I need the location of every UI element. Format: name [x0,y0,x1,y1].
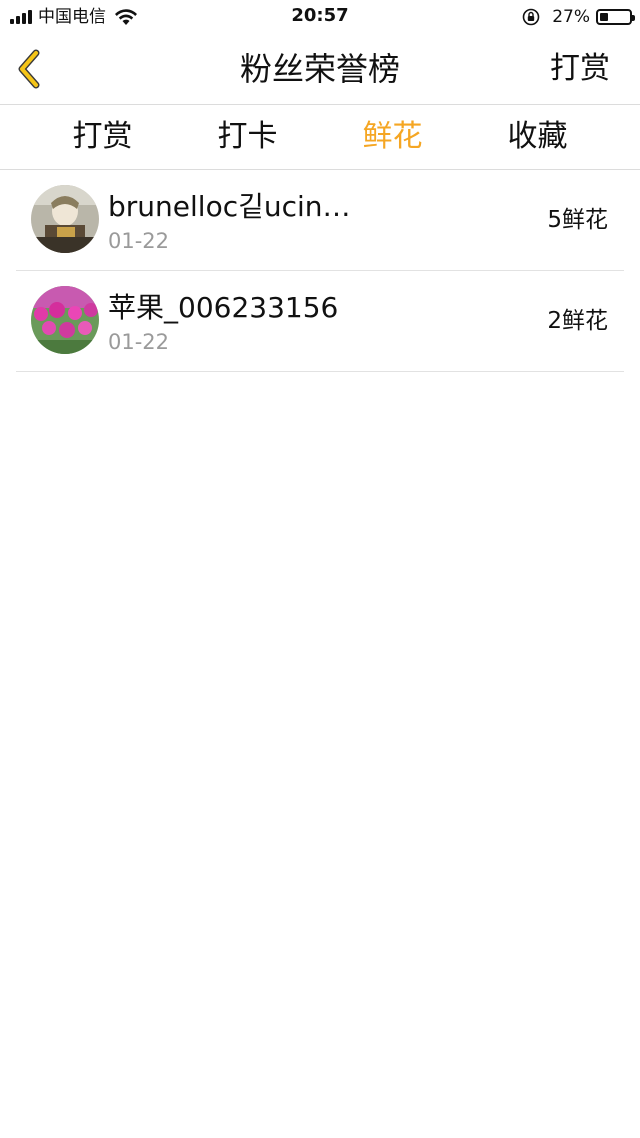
tab-reward[interactable]: 打赏 [43,105,163,169]
battery-fill [600,13,608,21]
tab-bar: 打赏 打卡 鲜花 收藏 [0,105,640,169]
fan-date: 01-22 [108,229,170,253]
status-right: 27% [522,6,635,28]
list-item[interactable]: 苹果_006233156 01-22 2鲜花 [16,271,624,372]
battery-icon [596,9,635,25]
nav-bar: 粉丝荣誉榜 打赏 [0,34,640,104]
reward-button[interactable]: 打赏 [550,34,610,104]
tab-flowers[interactable]: 鲜花 [333,105,453,169]
flower-count: 5鲜花 [547,207,608,233]
flower-count: 2鲜花 [547,308,608,334]
battery-percent: 27% [552,7,590,27]
tab-favorites[interactable]: 收藏 [478,105,598,169]
fan-name: 苹果_006233156 [108,291,339,324]
fan-list: brunelloc깉ucin… 01-22 5鲜花 苹果_006233156 0… [16,170,624,372]
page-title: 粉丝荣誉榜 [239,50,400,88]
user-photo-icon [31,185,99,253]
fan-name: brunelloc깉ucin… [108,190,351,223]
fan-date: 01-22 [108,330,170,354]
avatar[interactable] [31,185,99,253]
list-item[interactable]: brunelloc깉ucin… 01-22 5鲜花 [16,170,624,271]
status-bar: 中国电信 20:57 27% [0,0,640,34]
flower-photo-icon [31,286,99,354]
avatar[interactable] [31,286,99,354]
rotation-lock-icon [522,8,540,26]
tab-checkin[interactable]: 打卡 [188,105,308,169]
